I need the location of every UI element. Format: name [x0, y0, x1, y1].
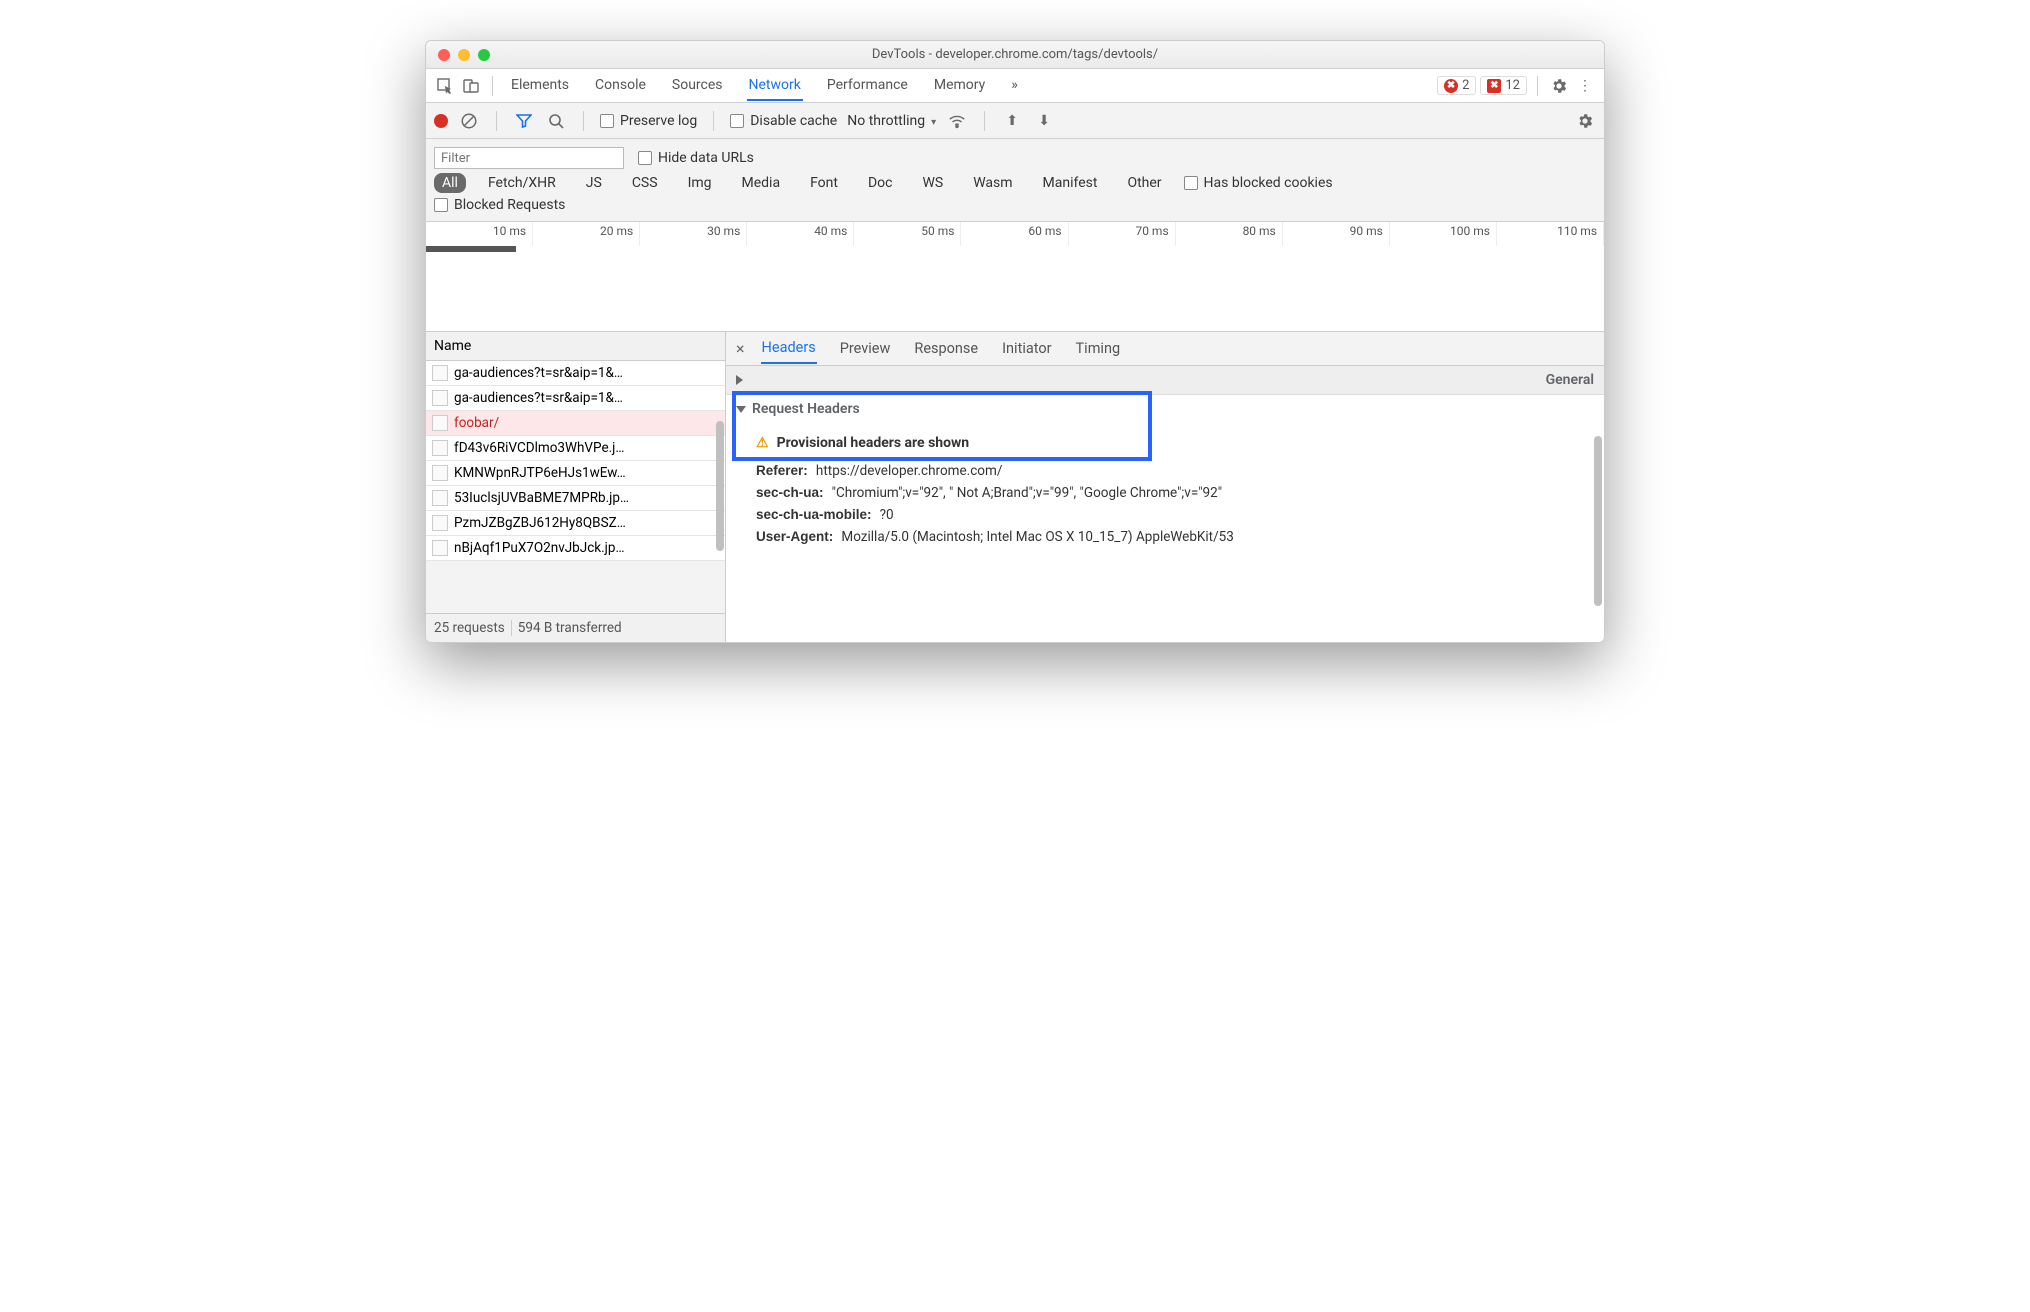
- waterfall-overview[interactable]: 10 ms 20 ms 30 ms 40 ms 50 ms 60 ms 70 m…: [426, 222, 1604, 332]
- status-bar: 25 requests 594 B transferred: [426, 613, 725, 642]
- type-css[interactable]: CSS: [624, 173, 666, 193]
- split-pane: Name ga-audiences?t=sr&aip=1&… ga-audien…: [426, 332, 1604, 642]
- file-icon: [432, 415, 448, 431]
- scrollbar-thumb[interactable]: [716, 421, 724, 551]
- error-badge[interactable]: ✖2: [1437, 76, 1476, 95]
- titlebar: DevTools - developer.chrome.com/tags/dev…: [426, 41, 1604, 69]
- detail-tabs: × Headers Preview Response Initiator Tim…: [726, 332, 1604, 366]
- file-icon: [432, 540, 448, 556]
- network-conditions-icon[interactable]: [946, 110, 968, 132]
- window-title: DevTools - developer.chrome.com/tags/dev…: [426, 47, 1604, 62]
- type-js[interactable]: JS: [578, 173, 610, 193]
- type-doc[interactable]: Doc: [860, 173, 901, 193]
- hide-data-urls-checkbox[interactable]: Hide data URLs: [638, 150, 754, 166]
- headers-body: ⚠Provisional headers are shown Referer: …: [726, 423, 1604, 561]
- type-wasm[interactable]: Wasm: [965, 173, 1020, 193]
- requests-header[interactable]: Name: [426, 332, 725, 361]
- dtab-preview[interactable]: Preview: [839, 334, 892, 363]
- blocked-cookies-checkbox[interactable]: Has blocked cookies: [1184, 175, 1333, 191]
- request-row-error[interactable]: foobar/: [426, 411, 725, 436]
- main-toolbar: Elements Console Sources Network Perform…: [426, 69, 1604, 103]
- header-line: sec-ch-ua-mobile: ?0: [756, 507, 1594, 523]
- chevron-right-icon: [736, 375, 1540, 385]
- throttling-select[interactable]: No throttling: [847, 113, 936, 129]
- request-row[interactable]: PzmJZBgZBJ612Hy8QBSZ…: [426, 511, 725, 536]
- type-ws[interactable]: WS: [914, 173, 951, 193]
- panel-tabs: Elements Console Sources Network Perform…: [509, 71, 1020, 101]
- type-other[interactable]: Other: [1119, 173, 1169, 193]
- file-icon: [432, 465, 448, 481]
- device-toggle-icon[interactable]: [460, 75, 482, 97]
- waterfall-ticks: 10 ms 20 ms 30 ms 40 ms 50 ms 60 ms 70 m…: [426, 222, 1604, 246]
- dtab-initiator[interactable]: Initiator: [1001, 334, 1052, 363]
- disable-cache-checkbox[interactable]: Disable cache: [730, 113, 837, 129]
- search-icon[interactable]: [545, 110, 567, 132]
- file-icon: [432, 365, 448, 381]
- filter-input[interactable]: [434, 147, 624, 169]
- header-line: User-Agent: Mozilla/5.0 (Macintosh; Inte…: [756, 529, 1594, 545]
- kebab-icon[interactable]: ⋮: [1574, 75, 1596, 97]
- dtab-response[interactable]: Response: [913, 334, 979, 363]
- blocked-requests-checkbox[interactable]: Blocked Requests: [434, 197, 565, 213]
- file-icon: [432, 490, 448, 506]
- type-all[interactable]: All: [434, 173, 466, 193]
- issues-badge[interactable]: ✖12: [1480, 76, 1527, 95]
- request-count: 25 requests: [434, 620, 505, 636]
- file-icon: [432, 390, 448, 406]
- error-count: 2: [1462, 78, 1469, 93]
- separator: [492, 76, 493, 96]
- file-icon: [432, 440, 448, 456]
- tabs-overflow[interactable]: »: [1009, 71, 1020, 101]
- request-row[interactable]: KMNWpnRJTP6eHJs1wEw…: [426, 461, 725, 486]
- section-general[interactable]: General: [726, 366, 1604, 395]
- transferred-size: 594 B transferred: [518, 620, 622, 636]
- issues-count: 12: [1505, 78, 1520, 93]
- type-manifest[interactable]: Manifest: [1035, 173, 1106, 193]
- tab-elements[interactable]: Elements: [509, 71, 571, 101]
- inspect-icon[interactable]: [434, 75, 456, 97]
- warning-icon: ⚠: [756, 435, 769, 451]
- section-request-headers[interactable]: Request Headers: [726, 395, 1604, 423]
- request-row[interactable]: nBjAqf1PuX7O2nvJbJck.jp…: [426, 536, 725, 561]
- request-row[interactable]: ga-audiences?t=sr&aip=1&…: [426, 361, 725, 386]
- header-line: Referer: https://developer.chrome.com/: [756, 463, 1594, 479]
- tab-sources[interactable]: Sources: [670, 71, 725, 101]
- tab-console[interactable]: Console: [593, 71, 648, 101]
- close-detail-icon[interactable]: ×: [736, 339, 745, 358]
- tab-performance[interactable]: Performance: [825, 71, 910, 101]
- request-row[interactable]: ga-audiences?t=sr&aip=1&…: [426, 386, 725, 411]
- tab-memory[interactable]: Memory: [932, 71, 987, 101]
- dtab-timing[interactable]: Timing: [1075, 334, 1122, 363]
- export-har-icon[interactable]: ⬇: [1033, 110, 1055, 132]
- file-icon: [432, 515, 448, 531]
- scrollbar-thumb[interactable]: [1594, 436, 1602, 606]
- provisional-warning: ⚠Provisional headers are shown: [756, 435, 1594, 451]
- chevron-down-icon: [736, 406, 746, 413]
- type-media[interactable]: Media: [734, 173, 789, 193]
- filter-bar: Hide data URLs All Fetch/XHR JS CSS Img …: [426, 139, 1604, 222]
- devtools-window: DevTools - developer.chrome.com/tags/dev…: [425, 40, 1605, 643]
- separator: [1537, 76, 1538, 96]
- type-fetch[interactable]: Fetch/XHR: [480, 173, 564, 193]
- request-detail: × Headers Preview Response Initiator Tim…: [726, 332, 1604, 642]
- preserve-log-checkbox[interactable]: Preserve log: [600, 113, 697, 129]
- waterfall-activity: [426, 246, 516, 252]
- record-button[interactable]: [434, 114, 448, 128]
- header-line: sec-ch-ua: "Chromium";v="92", " Not A;Br…: [756, 485, 1594, 501]
- type-img[interactable]: Img: [680, 173, 720, 193]
- request-row[interactable]: fD43v6RiVCDlmo3WhVPe.j…: [426, 436, 725, 461]
- filter-icon[interactable]: [513, 110, 535, 132]
- request-row[interactable]: 53IuclsjUVBaBME7MPRb.jp…: [426, 486, 725, 511]
- type-font[interactable]: Font: [802, 173, 846, 193]
- import-har-icon[interactable]: ⬆: [1001, 110, 1023, 132]
- clear-icon[interactable]: [458, 110, 480, 132]
- tab-network[interactable]: Network: [747, 71, 803, 101]
- requests-list: Name ga-audiences?t=sr&aip=1&… ga-audien…: [426, 332, 726, 642]
- network-toolbar: Preserve log Disable cache No throttling…: [426, 103, 1604, 139]
- settings-icon[interactable]: [1548, 75, 1570, 97]
- dtab-headers[interactable]: Headers: [761, 333, 817, 364]
- settings-icon[interactable]: [1574, 110, 1596, 132]
